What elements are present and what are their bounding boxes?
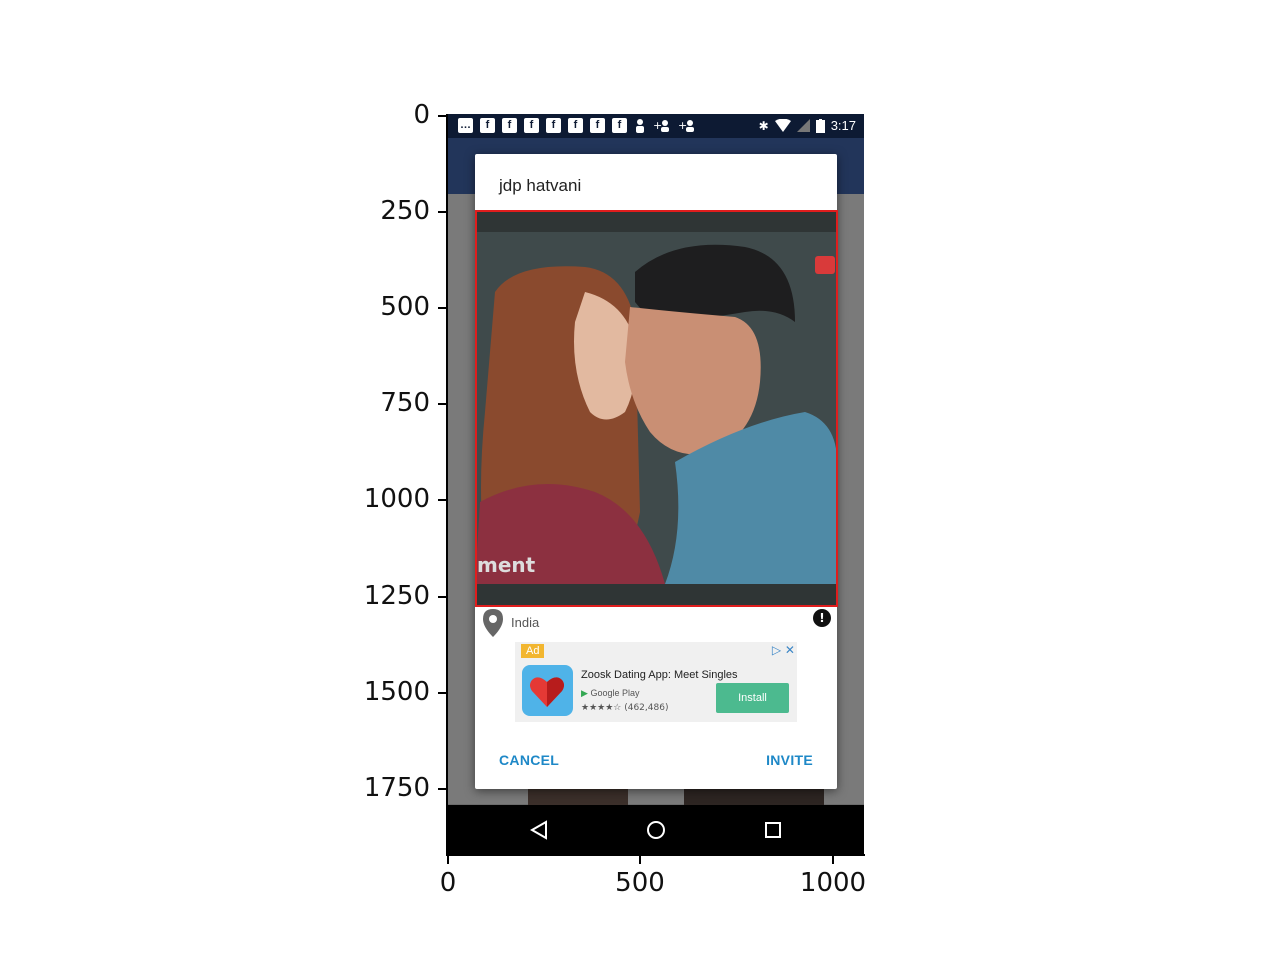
x-tick-label: 0 (439, 868, 457, 898)
bluetooth-icon: ✱ (758, 118, 769, 133)
y-tick (438, 307, 446, 309)
no-signal-icon (796, 119, 810, 132)
y-tick-label: 1000 (363, 484, 430, 514)
heart-icon (530, 677, 564, 707)
facebook-icon: f (546, 118, 561, 133)
profile-photo[interactable]: ment (475, 212, 837, 605)
y-tick (438, 403, 446, 405)
y-tick-label: 0 (413, 100, 430, 130)
clock-time: 3:17 (830, 118, 856, 133)
message-icon: … (458, 118, 473, 133)
y-tick (438, 211, 446, 213)
person-icon (636, 119, 644, 133)
facebook-icon: f (502, 118, 517, 133)
invite-button[interactable]: INVITE (766, 752, 813, 768)
rating-count: (462,486) (624, 703, 669, 713)
add-person-icon: + (678, 119, 694, 132)
app-icon (522, 665, 573, 716)
ad-banner[interactable]: Ad ▷ ✕ Zoosk Dating App: Meet Singles ▶ … (515, 642, 797, 722)
photo-caption: ment (477, 553, 536, 577)
background-thumbnail (528, 786, 628, 806)
cancel-button[interactable]: CANCEL (499, 752, 559, 768)
facebook-icon: f (590, 118, 605, 133)
report-icon[interactable]: ! (813, 609, 831, 627)
home-icon (647, 821, 665, 839)
dialog-title: jdp hatvani (499, 176, 582, 195)
y-tick-label: 750 (380, 388, 430, 418)
y-tick (438, 499, 446, 501)
background-thumbnail (684, 786, 824, 806)
svg-text:+: + (653, 119, 662, 132)
ad-rating: ★★★★☆ (462,486) (581, 703, 668, 713)
y-tick-label: 500 (380, 292, 430, 322)
photo-image: ment (475, 212, 837, 605)
ad-store-label: Google Play (590, 688, 640, 698)
x-tick-label: 500 (615, 868, 665, 898)
navigation-bar (448, 805, 864, 855)
facebook-icon: f (524, 118, 539, 133)
system-icons: ✱ 3:17 (759, 118, 856, 133)
y-tick-label: 250 (380, 196, 430, 226)
y-tick-label: 1500 (363, 677, 430, 707)
facebook-icon: f (612, 118, 627, 133)
y-tick (438, 788, 446, 790)
x-tick (639, 856, 641, 864)
location-label: India (511, 615, 540, 630)
ad-choices-close-icon[interactable]: ▷ ✕ (772, 643, 795, 657)
recents-icon (765, 822, 781, 838)
y-tick-label: 1750 (363, 773, 430, 803)
location-pin-icon (483, 609, 503, 637)
ad-badge: Ad (521, 644, 545, 658)
battery-icon (815, 118, 825, 133)
add-person-icon: + (653, 119, 669, 132)
google-play-icon: ▶ (581, 688, 588, 698)
phone-screenshot: … f f f f f f f + + ✱ 3:17 jdp hatvani m… (448, 114, 864, 855)
invite-dialog: jdp hatvani ment India ! Ad ▷ ✕ Zoosk Da… (475, 154, 838, 789)
x-tick (447, 856, 449, 864)
facebook-icon: f (480, 118, 495, 133)
status-bar: … f f f f f f f + + ✱ 3:17 (448, 114, 864, 138)
y-tick (438, 692, 446, 694)
svg-text:+: + (678, 119, 687, 132)
ad-store: ▶ Google Play (581, 688, 639, 699)
recents-button[interactable] (748, 805, 798, 855)
install-button[interactable]: Install (716, 683, 789, 713)
x-tick (832, 856, 834, 864)
rating-stars: ★★★★☆ (581, 703, 622, 713)
location-row: India ! (483, 609, 833, 639)
notification-icons: … f f f f f f f + + (458, 118, 696, 133)
back-icon (529, 820, 547, 840)
wifi-icon (774, 119, 791, 132)
home-button[interactable] (631, 805, 681, 855)
back-button[interactable] (514, 805, 564, 855)
ad-title: Zoosk Dating App: Meet Singles (581, 669, 738, 681)
y-tick (438, 596, 446, 598)
y-tick-label: 1250 (363, 581, 430, 611)
facebook-icon: f (568, 118, 583, 133)
y-tick (438, 115, 446, 117)
x-tick-label: 1000 (799, 868, 867, 898)
